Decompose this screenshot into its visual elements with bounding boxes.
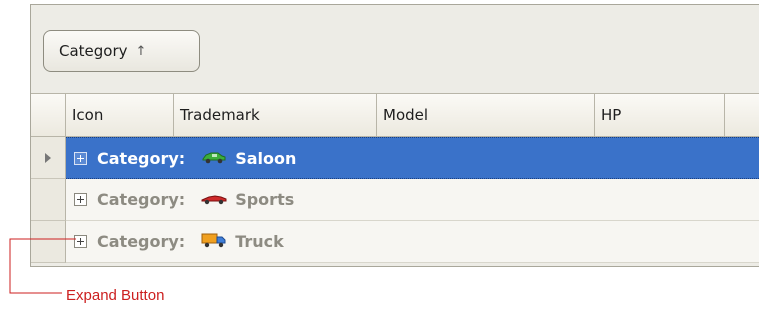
group-panel: Category ↑ bbox=[31, 5, 759, 93]
column-header-icon[interactable]: Icon bbox=[66, 94, 174, 136]
truck-icon bbox=[201, 232, 227, 252]
group-row-cell[interactable]: Category: Saloon bbox=[66, 137, 759, 179]
group-row-cell[interactable]: Category: Truck bbox=[66, 221, 759, 263]
group-row-value: Truck bbox=[235, 232, 284, 251]
group-row-value: Saloon bbox=[235, 148, 297, 168]
sort-ascending-icon: ↑ bbox=[135, 43, 147, 59]
expand-button-callout-line bbox=[9, 238, 76, 294]
group-row-sports[interactable]: Category: Sports bbox=[31, 179, 759, 221]
saloon-car-icon bbox=[201, 149, 227, 168]
group-row-prefix: Category: bbox=[97, 148, 186, 168]
group-row-value: Sports bbox=[235, 190, 295, 209]
group-row-prefix: Category: bbox=[97, 190, 186, 209]
column-header-model[interactable]: Model bbox=[377, 94, 595, 136]
group-row-truck[interactable]: Category: Truck bbox=[31, 221, 759, 263]
column-header-trademark[interactable]: Trademark bbox=[174, 94, 377, 136]
column-header-hp[interactable]: HP bbox=[595, 94, 725, 136]
expand-button-callout-label: Expand Button bbox=[66, 287, 165, 304]
grid-control: Category ↑ Icon Trademark Model HP Categ… bbox=[30, 4, 759, 267]
sports-car-icon bbox=[201, 190, 227, 209]
group-row-saloon[interactable]: Category: Saloon bbox=[31, 137, 759, 179]
group-rows: Category: Saloon Category: Sports Catego… bbox=[31, 137, 759, 263]
column-header-row: Icon Trademark Model HP bbox=[31, 93, 759, 137]
group-row-prefix: Category: bbox=[97, 232, 186, 251]
group-row-cell[interactable]: Category: Sports bbox=[66, 179, 759, 221]
